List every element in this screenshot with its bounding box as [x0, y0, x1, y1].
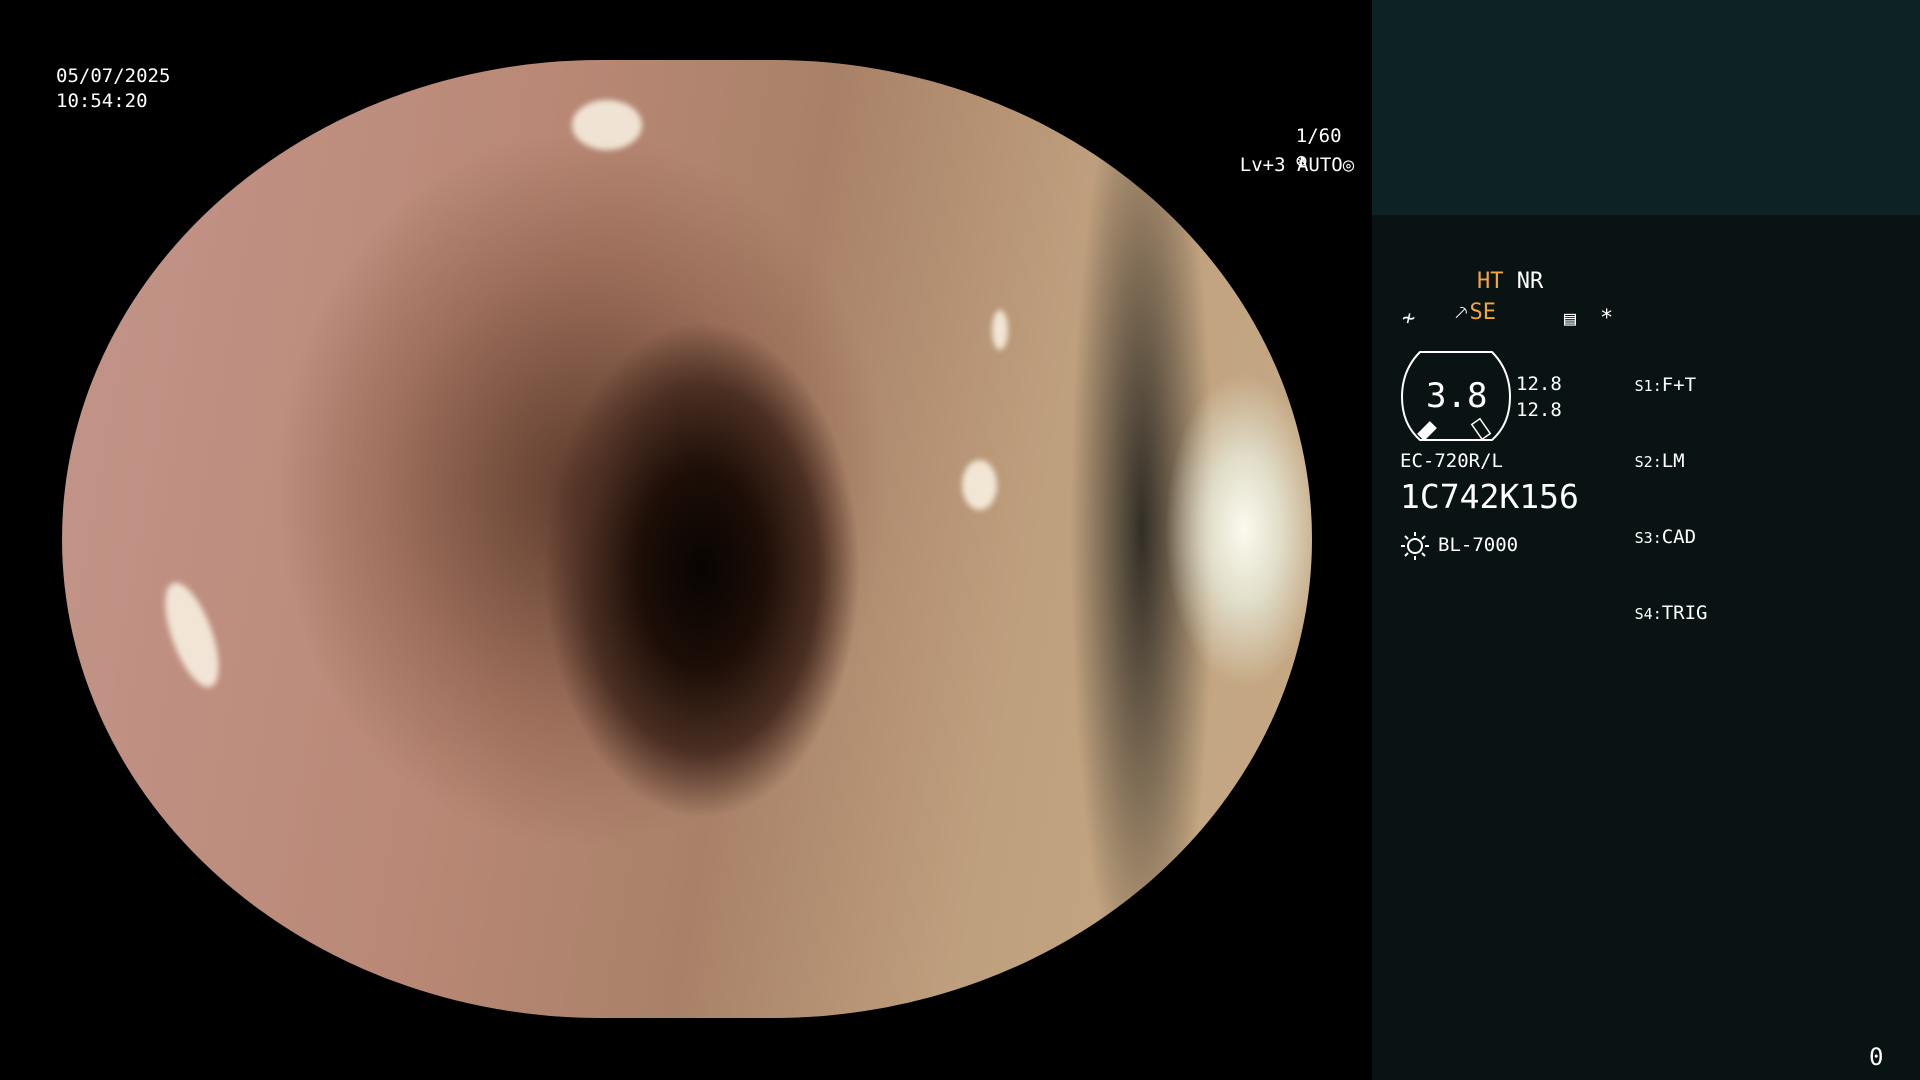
- info-panel: HT NR ⸕SE ≁ ▤ * 3.8 12.8 12.8 S1:F+T S2:…: [1372, 0, 1920, 1080]
- scope-serial: 1C742K156: [1400, 477, 1579, 516]
- endoscope-display: 05/07/2025 10:54:20 1/60 ⊛ Lv+3 AUTO◎: [0, 0, 1372, 1080]
- switch-value: TRIG: [1661, 602, 1708, 624]
- exposure-mode: Lv+3 AUTO◎: [1194, 128, 1354, 203]
- switch-value: CAD: [1661, 526, 1697, 548]
- scope-model: EC-720R/L: [1400, 450, 1503, 472]
- switch-row: S2:LM: [1634, 450, 1685, 472]
- switch-row: S3:CAD: [1634, 526, 1697, 548]
- switch-key: S2: [1634, 453, 1653, 471]
- sun-icon: [1401, 532, 1429, 560]
- switch-key: S4: [1634, 605, 1653, 623]
- switch-value: LM: [1661, 450, 1685, 472]
- asterisk-icon: *: [1600, 306, 1614, 331]
- switch-row: S1:F+T: [1634, 374, 1697, 396]
- color-mode-icon: ≁: [1402, 306, 1416, 331]
- switch-row: S4:TRIG: [1634, 602, 1708, 624]
- info-panel-header: [1372, 0, 1920, 215]
- switch-value: F+T: [1661, 374, 1697, 396]
- capture-date: 05/07/2025: [56, 65, 171, 87]
- specular-highlight: [992, 310, 1008, 350]
- se-setting: SE: [1469, 300, 1497, 325]
- nr-setting: NR: [1516, 269, 1544, 294]
- gauge-left-top: 12.8: [1516, 373, 1562, 395]
- switch-key: S3: [1634, 529, 1653, 547]
- capture-time: 10:54:20: [56, 90, 148, 112]
- specular-highlight: [962, 460, 997, 510]
- endoscope-image: [62, 60, 1312, 1018]
- iris-icon: ◎: [1342, 154, 1355, 176]
- switch-key: S1: [1634, 377, 1653, 395]
- exposure-level: Lv+3: [1239, 154, 1286, 176]
- gauge-left-bottom: 12.8: [1516, 399, 1562, 421]
- image-counter: 0: [1869, 1043, 1884, 1071]
- light-source: BL-7000: [1438, 534, 1519, 556]
- specular-highlight: [154, 576, 230, 694]
- menu-icon: ▤: [1564, 306, 1577, 330]
- specular-highlight: [572, 100, 642, 150]
- structure-icon: ⸕: [1452, 300, 1470, 325]
- switch-list: S1:F+T S2:LM S3:CAD S4:TRIG: [1566, 348, 1708, 652]
- gauge-value: 3.8: [1426, 376, 1488, 416]
- auto-mode: AUTO: [1296, 154, 1343, 176]
